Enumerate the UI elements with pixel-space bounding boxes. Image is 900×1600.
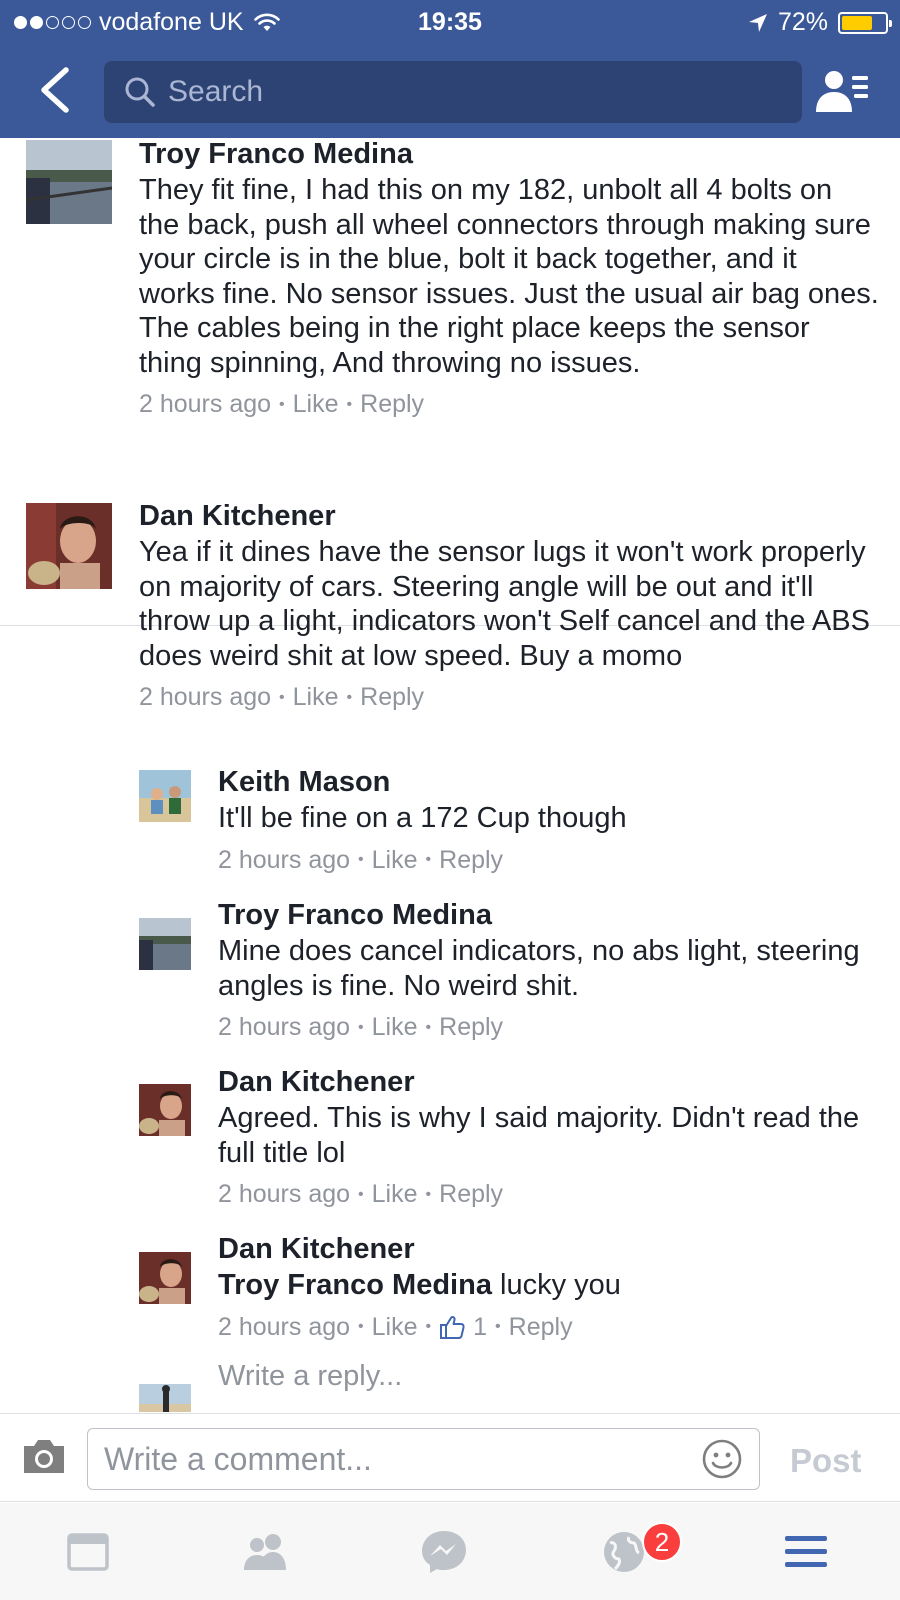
notifications-badge: 2 <box>642 1522 682 1562</box>
comment-author[interactable]: Troy Franco Medina <box>139 138 879 171</box>
comment-composer: Post <box>0 1413 900 1502</box>
like-count[interactable]: 1 <box>473 1313 487 1342</box>
reply: Troy Franco Medina Mine does cancel indi… <box>218 899 880 1042</box>
avatar[interactable] <box>139 918 191 970</box>
camera-icon[interactable] <box>21 1436 67 1476</box>
reply-timestamp[interactable]: 2 hours ago <box>218 1313 350 1342</box>
reply-meta: 2 hours ago • Like • Reply <box>218 1180 504 1209</box>
messenger-icon[interactable] <box>414 1527 474 1577</box>
comment-meta: 2 hours ago • Like • Reply <box>139 683 425 712</box>
write-reply-input[interactable]: Write a reply... <box>218 1360 402 1393</box>
reply-timestamp[interactable]: 2 hours ago <box>218 1013 350 1042</box>
like-link[interactable]: Like <box>372 1180 418 1209</box>
comment: Dan Kitchener Yea if it dines have the s… <box>139 500 879 712</box>
search-input[interactable] <box>168 75 728 109</box>
reply-link[interactable]: Reply <box>360 683 424 712</box>
avatar[interactable] <box>26 503 112 589</box>
battery-icon <box>838 11 892 34</box>
reply: Keith Mason It'll be fine on a 172 Cup t… <box>218 766 880 875</box>
reply-author[interactable]: Troy Franco Medina <box>218 899 880 932</box>
news-feed-icon[interactable] <box>58 1527 118 1577</box>
comment-author[interactable]: Dan Kitchener <box>139 500 879 533</box>
top-bar: vodafone UK 19:35 72% <box>0 0 900 138</box>
reply-timestamp[interactable]: 2 hours ago <box>218 846 350 875</box>
like-link[interactable]: Like <box>372 846 418 875</box>
location-arrow-icon <box>748 13 767 32</box>
comments-list: Troy Franco Medina They fit fine, I had … <box>0 138 900 1412</box>
battery-percent: 72% <box>777 8 828 36</box>
post-button[interactable]: Post <box>790 1442 862 1480</box>
comment-meta: 2 hours ago • Like • Reply <box>139 390 425 419</box>
comment-input[interactable] <box>104 1439 674 1479</box>
comment-input-box[interactable] <box>87 1428 760 1490</box>
reply-link[interactable]: Reply <box>360 390 424 419</box>
reply-meta: 2 hours ago • Like • Reply <box>218 845 504 875</box>
reply-timestamp[interactable]: 2 hours ago <box>218 1180 350 1209</box>
reply-author[interactable]: Keith Mason <box>218 766 880 799</box>
reply: Dan Kitchener Troy Franco Medina lucky y… <box>218 1233 880 1342</box>
like-link[interactable]: Like <box>293 683 339 712</box>
comment-text: They fit fine, I had this on my 182, unb… <box>139 174 879 379</box>
comment: Troy Franco Medina They fit fine, I had … <box>139 138 879 419</box>
reply-link[interactable]: Reply <box>509 1313 573 1342</box>
reply: Dan Kitchener Agreed. This is why I said… <box>218 1066 880 1209</box>
reply-meta: 2 hours ago • Like • 1 • Reply <box>218 1312 573 1342</box>
avatar <box>139 1384 191 1412</box>
reply-link[interactable]: Reply <box>439 1013 503 1042</box>
tab-bar <box>0 1503 900 1600</box>
search-bar[interactable] <box>104 61 802 123</box>
like-link[interactable]: Like <box>372 1313 418 1342</box>
search-icon <box>125 77 155 107</box>
reply-meta: 2 hours ago • Like • Reply <box>218 1013 504 1042</box>
reply-text: Agreed. This is why I said majority. Did… <box>218 1102 860 1169</box>
like-link[interactable]: Like <box>372 1013 418 1042</box>
reply-text: lucky you <box>491 1269 621 1301</box>
reply-author[interactable]: Dan Kitchener <box>218 1066 880 1099</box>
comment-timestamp[interactable]: 2 hours ago <box>139 683 271 712</box>
reply-text-container: Troy Franco Medina lucky you <box>218 1268 880 1303</box>
like-link[interactable]: Like <box>293 390 339 419</box>
back-chevron-icon[interactable] <box>36 66 76 114</box>
avatar[interactable] <box>139 1084 191 1136</box>
reply-text: It'll be fine on a 172 Cup though <box>218 802 627 834</box>
emoji-icon[interactable] <box>701 1438 743 1480</box>
friend-requests-icon[interactable] <box>236 1527 296 1577</box>
comment-timestamp[interactable]: 2 hours ago <box>139 390 271 419</box>
reply-link[interactable]: Reply <box>439 1180 503 1209</box>
avatar[interactable] <box>26 140 112 224</box>
status-bar: vodafone UK 19:35 72% <box>0 0 900 46</box>
reply-link[interactable]: Reply <box>439 846 503 875</box>
friend-list-icon[interactable] <box>814 68 870 116</box>
mention-link[interactable]: Troy Franco Medina <box>218 1269 492 1301</box>
avatar[interactable] <box>139 770 191 822</box>
avatar[interactable] <box>139 1252 191 1304</box>
thumbs-up-icon <box>440 1315 465 1339</box>
reply-text: Mine does cancel indicators, no abs ligh… <box>218 935 860 1002</box>
reply-author[interactable]: Dan Kitchener <box>218 1233 880 1266</box>
menu-icon[interactable] <box>776 1527 836 1577</box>
comment-text: Yea if it dines have the sensor lugs it … <box>139 536 870 672</box>
